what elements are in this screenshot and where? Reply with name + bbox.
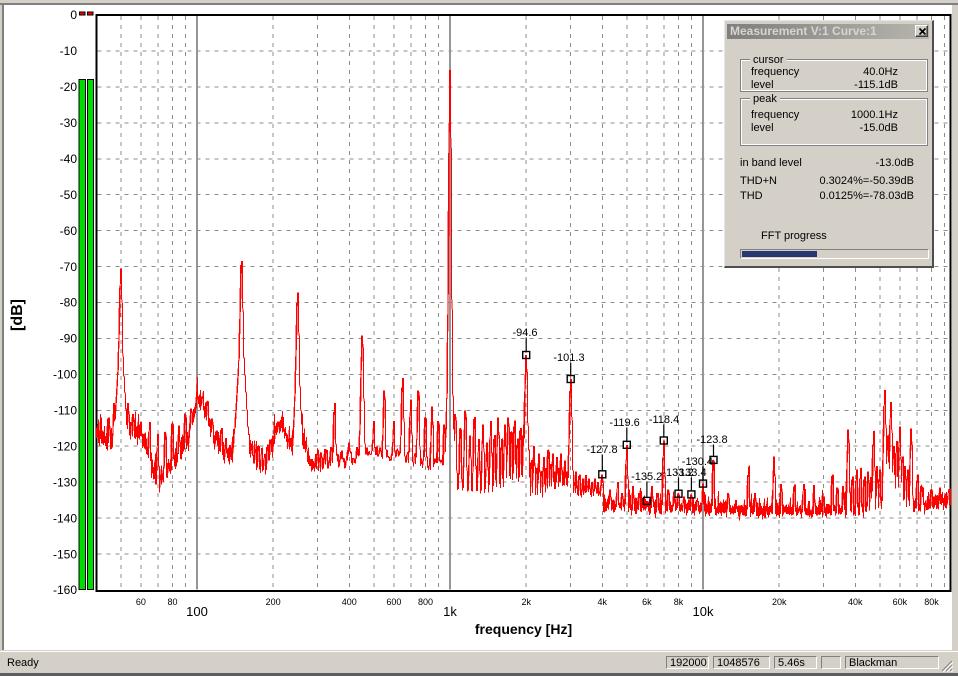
svg-text:0: 0 — [70, 8, 77, 22]
svg-text:4k: 4k — [598, 597, 608, 607]
svg-text:-101.3: -101.3 — [553, 352, 584, 364]
svg-text:-30: -30 — [60, 116, 78, 130]
svg-text:1k: 1k — [443, 604, 457, 619]
svg-text:60k: 60k — [893, 597, 908, 607]
svg-text:-80: -80 — [60, 296, 78, 310]
svg-text:80k: 80k — [924, 597, 939, 607]
svg-text:-119.6: -119.6 — [609, 417, 639, 429]
svg-text:-130: -130 — [53, 475, 77, 489]
svg-text:200: 200 — [266, 597, 281, 607]
svg-text:-20: -20 — [60, 80, 78, 94]
svg-text:-40: -40 — [60, 152, 78, 166]
svg-text:-118.4: -118.4 — [649, 414, 679, 426]
svg-text:-60: -60 — [60, 224, 78, 238]
svg-text:40k: 40k — [848, 597, 863, 607]
svg-text:-50: -50 — [60, 188, 78, 202]
svg-text:10k: 10k — [693, 604, 714, 619]
svg-text:-130.4: -130.4 — [682, 456, 713, 468]
svg-text:-123.8: -123.8 — [696, 434, 727, 446]
svg-text:-110: -110 — [54, 404, 77, 418]
svg-text:-70: -70 — [60, 260, 78, 274]
svg-text:-120: -120 — [53, 439, 77, 453]
svg-text:[dB]: [dB] — [9, 299, 26, 331]
svg-text:-135.2: -135.2 — [631, 471, 662, 483]
svg-text:100: 100 — [186, 604, 208, 619]
svg-text:800: 800 — [418, 597, 433, 607]
svg-text:-100: -100 — [53, 368, 77, 382]
svg-text:-140: -140 — [53, 511, 77, 525]
svg-text:400: 400 — [342, 597, 357, 607]
svg-text:-160: -160 — [53, 583, 77, 597]
svg-text:-94.6: -94.6 — [512, 327, 537, 339]
svg-text:-10: -10 — [60, 44, 78, 58]
svg-text:80: 80 — [167, 597, 177, 607]
svg-text:-90: -90 — [60, 332, 78, 346]
svg-text:2k: 2k — [521, 597, 531, 607]
svg-text:6k: 6k — [642, 597, 652, 607]
svg-text:-150: -150 — [53, 547, 77, 561]
svg-text:-127.8: -127.8 — [586, 444, 617, 456]
svg-text:20k: 20k — [772, 597, 787, 607]
svg-text:60: 60 — [136, 597, 146, 607]
svg-text:-133.4: -133.4 — [675, 467, 706, 479]
svg-text:8k: 8k — [674, 597, 684, 607]
svg-text:frequency [Hz]: frequency [Hz] — [475, 621, 572, 637]
svg-text:600: 600 — [386, 597, 401, 607]
